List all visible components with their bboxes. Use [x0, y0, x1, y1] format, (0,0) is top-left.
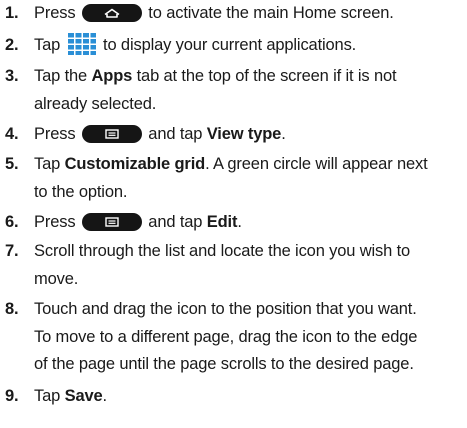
step-text: .: [281, 125, 286, 143]
save-label: Save: [64, 387, 103, 405]
menu-key-icon: [81, 213, 142, 231]
step-number: 8.: [5, 300, 19, 318]
step-text: Tap the: [34, 67, 92, 85]
step-text: already selected.: [34, 94, 157, 113]
step-text: and tap: [143, 125, 207, 143]
apps-tab-label: Apps: [91, 67, 133, 85]
step-number: 4.: [5, 125, 19, 143]
step-text: tab at the top of the screen if it is no…: [132, 67, 397, 85]
step-number: 2.: [5, 36, 19, 54]
view-type-label: View type: [206, 125, 282, 143]
step-text: Tap: [34, 155, 65, 173]
step-text: move.: [34, 269, 79, 288]
instruction-steps: 1. Press to activate the main Home scree…: [0, 0, 467, 428]
step-text: Press: [34, 4, 80, 22]
step-text: Press: [34, 125, 80, 143]
step-number: 5.: [5, 155, 19, 173]
step-text: . A green circle will appear next: [205, 155, 428, 173]
step-text: and tap: [143, 213, 207, 231]
step-text: Touch and drag the icon to the position …: [34, 300, 417, 318]
customizable-grid-label: Customizable grid: [64, 155, 206, 173]
menu-key-icon: [81, 125, 142, 143]
step-text: .: [102, 387, 108, 405]
step-text: .: [237, 213, 242, 231]
step-text: To move to a different page, drag the ic…: [34, 327, 418, 346]
step-number: 1.: [5, 4, 19, 22]
step-text: to activate the main Home screen.: [143, 4, 394, 22]
step-number: 7.: [5, 242, 19, 260]
edit-label: Edit: [206, 213, 238, 231]
step-text: Press: [34, 213, 80, 231]
step-text: to display your current applications.: [98, 36, 357, 54]
step-text: Tap: [34, 36, 65, 54]
step-text: Tap: [34, 387, 65, 405]
step-number: 9.: [5, 387, 19, 405]
step-text: Scroll through the list and locate the i…: [34, 242, 411, 260]
step-number: 6.: [5, 213, 19, 231]
home-key-icon: [81, 4, 142, 22]
step-number: 3.: [5, 67, 19, 85]
step-text: of the page until the page scrolls to th…: [34, 355, 414, 373]
step-text: to the option.: [34, 182, 128, 201]
apps-grid-icon: [66, 32, 97, 56]
